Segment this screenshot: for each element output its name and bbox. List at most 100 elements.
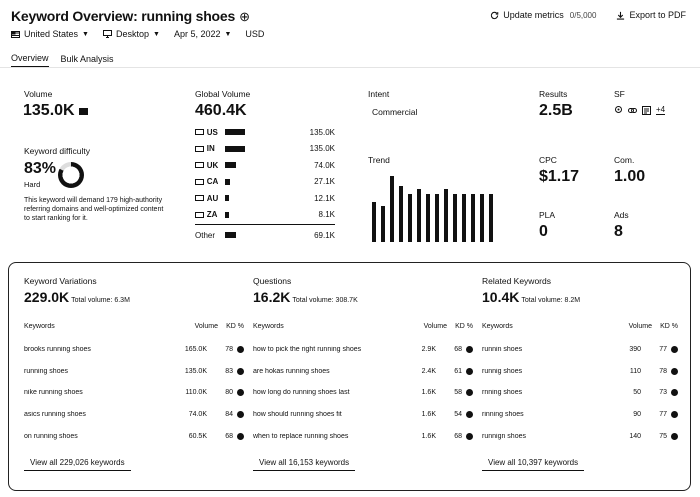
- table-row: runnig shoes 110 78: [482, 367, 678, 375]
- kd-value: 83%: [24, 160, 57, 177]
- volume-widget: 135.0K: [23, 102, 88, 120]
- country-volume: 27.1K: [314, 177, 335, 187]
- keyword-volume: 165.0K: [184, 346, 207, 353]
- country-select[interactable]: United States ▼: [11, 29, 89, 39]
- device-value: Desktop: [115, 29, 149, 39]
- volume-bar: [225, 145, 246, 152]
- date-select[interactable]: Apr 5, 2022 ▼: [174, 29, 231, 39]
- export-icon: [617, 11, 625, 20]
- col-kd[interactable]: KD %: [218, 323, 244, 330]
- table-row: are hokas running shoes 2.4K 61: [253, 367, 473, 375]
- keyword-volume: 1.6K: [421, 389, 436, 397]
- keyword-link[interactable]: how long do running shoes last: [253, 389, 394, 396]
- keyword-volume: 1.6K: [421, 411, 436, 419]
- currency-label: USD: [245, 29, 264, 39]
- keyword-link[interactable]: are hokas running shoes: [253, 368, 394, 375]
- keyword-volume: 1.6K: [421, 432, 436, 440]
- global-volume-row-za: ZA 8.1K: [195, 207, 335, 224]
- view-all-button[interactable]: View all 16,153 keywords: [253, 455, 356, 471]
- view-all-button[interactable]: View all 229,026 keywords: [24, 455, 131, 471]
- keyword-kd: 77: [659, 346, 667, 353]
- col-keywords[interactable]: Keywords: [253, 323, 405, 330]
- kd-indicator-icon: [466, 346, 473, 353]
- col-volume[interactable]: Volume: [610, 323, 652, 330]
- serp-features: +4: [614, 105, 666, 115]
- keyword-kd: 83: [225, 367, 233, 375]
- tab-bulk-analysis[interactable]: Bulk Analysis: [61, 54, 114, 67]
- flag-icon: [195, 162, 204, 169]
- keyword-link[interactable]: rnning shoes: [482, 389, 599, 396]
- volume-bar: [225, 195, 230, 202]
- sf-more-link[interactable]: +4: [656, 105, 666, 115]
- chevron-down-icon: ▼: [82, 30, 89, 38]
- trend-bar: [453, 194, 457, 242]
- view-all-button[interactable]: View all 10,397 keywords: [482, 455, 585, 471]
- volume-bar: [225, 211, 230, 218]
- col-keywords[interactable]: Keywords: [482, 323, 610, 330]
- keyword-link[interactable]: runnig shoes: [482, 368, 599, 375]
- kd-label: Keyword difficulty: [24, 146, 90, 156]
- keyword-volume: 50: [633, 389, 641, 397]
- global-volume-divider: [195, 224, 335, 225]
- flag-icon: [195, 211, 204, 218]
- col-keywords[interactable]: Keywords: [24, 323, 176, 330]
- table-header: Keywords Volume KD %: [253, 323, 473, 330]
- tab-overview[interactable]: Overview: [11, 53, 49, 67]
- keyword-link[interactable]: running shoes: [24, 368, 165, 375]
- keyword-volume: 2.9K: [421, 346, 436, 353]
- keyword-link[interactable]: brooks running shoes: [24, 346, 165, 353]
- add-to-list-icon[interactable]: ⊕: [239, 9, 250, 24]
- export-pdf-button[interactable]: Export to PDF: [616, 10, 686, 20]
- device-select[interactable]: Desktop ▼: [102, 29, 160, 39]
- section-total-volume: Total volume: 6.3M: [71, 297, 130, 304]
- keyword-kd: 78: [659, 367, 667, 375]
- update-metrics-label: Update metrics: [503, 10, 564, 20]
- flag-icon: [195, 178, 204, 185]
- keyword-kd: 84: [225, 411, 233, 419]
- col-volume[interactable]: Volume: [176, 323, 218, 330]
- table-header: Keywords Volume KD %: [24, 323, 244, 330]
- col-kd[interactable]: KD %: [447, 323, 473, 330]
- flag-icon: [195, 129, 204, 136]
- section-title: Keyword Variations: [24, 276, 97, 286]
- volume-bar-track: [225, 129, 301, 136]
- section-count: 229.0K Total volume: 6.3M: [24, 289, 130, 305]
- date-value: Apr 5, 2022: [173, 29, 221, 39]
- keyword-link[interactable]: nike running shoes: [24, 389, 165, 396]
- volume-bar-track: [225, 145, 301, 152]
- kd-indicator-icon: [237, 432, 244, 440]
- keyword-link[interactable]: runnin shoes: [482, 346, 599, 353]
- other-bar-track: [224, 232, 301, 239]
- kd-indicator-icon: [466, 389, 473, 397]
- keyword-link[interactable]: when to replace running shoes: [253, 433, 394, 440]
- table-header: Keywords Volume KD %: [482, 323, 678, 330]
- kd-indicator-icon: [237, 367, 244, 375]
- keyword-link[interactable]: how should running shoes fit: [253, 411, 394, 418]
- trend-bar: [480, 194, 484, 242]
- keyword-link[interactable]: on running shoes: [24, 433, 165, 440]
- keyword-kd: 78: [225, 346, 233, 353]
- table-row: nike running shoes 110.0K 80: [24, 389, 244, 397]
- table-row: brooks running shoes 165.0K 78: [24, 346, 244, 353]
- update-metrics-button[interactable]: Update metrics: [490, 10, 564, 20]
- keyword-link[interactable]: rinning shoes: [482, 411, 599, 418]
- link-icon: [628, 107, 637, 113]
- cpc-label: CPC: [539, 155, 557, 165]
- keyword-link[interactable]: how to pick the right running shoes: [253, 346, 394, 353]
- col-volume[interactable]: Volume: [405, 323, 447, 330]
- country-volume: 74.0K: [314, 160, 335, 170]
- global-volume-row-us: US 135.0K: [195, 124, 335, 141]
- keyword-link[interactable]: runnign shoes: [482, 433, 599, 440]
- trend-bar: [489, 194, 493, 242]
- trend-label: Trend: [368, 155, 390, 165]
- page-title: Keyword Overview: running shoes ⊕: [11, 8, 250, 25]
- kd-indicator-icon: [466, 432, 473, 440]
- country-volume: 135.0K: [309, 144, 335, 154]
- section-count: 16.2K Total volume: 308.7K: [253, 289, 358, 305]
- keyword-volume: 140: [629, 432, 641, 440]
- intent-label: Intent: [368, 89, 390, 99]
- results-value: 2.5B: [539, 102, 573, 119]
- global-volume-row-in: IN 135.0K: [195, 141, 335, 158]
- keyword-link[interactable]: asics running shoes: [24, 411, 165, 418]
- col-kd[interactable]: KD %: [652, 323, 678, 330]
